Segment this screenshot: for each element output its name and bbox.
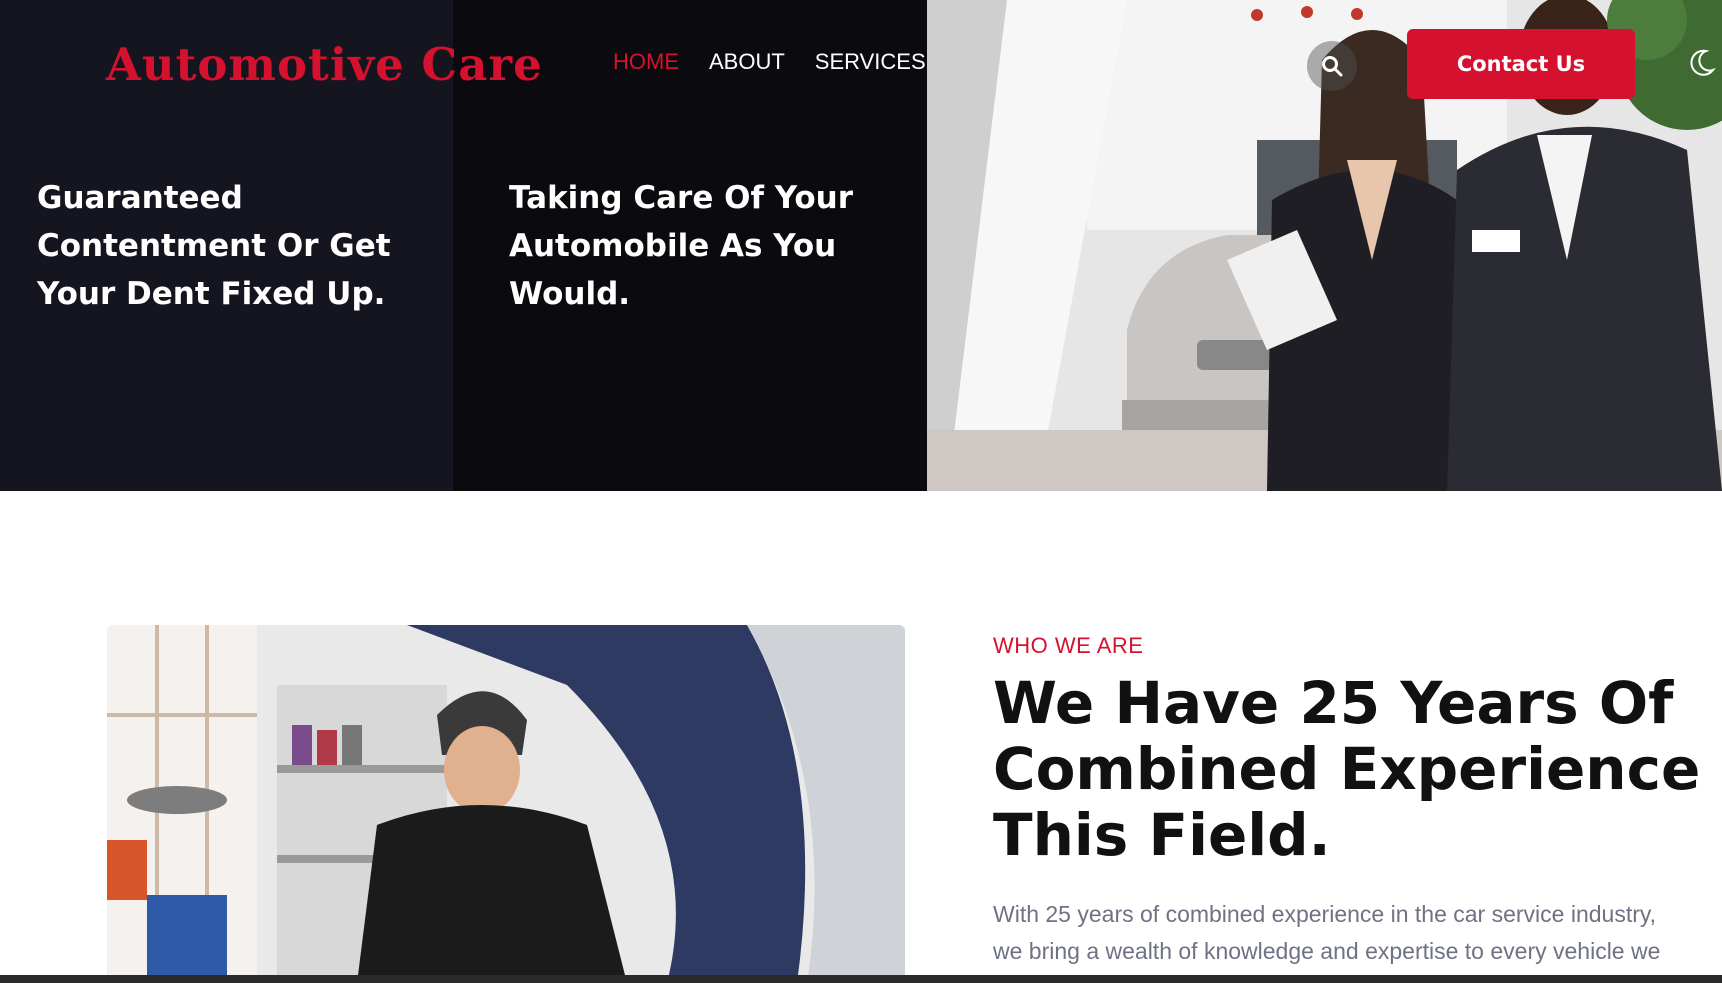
hero-section: Automotive Care HOME ABOUT SERVICES Guar… bbox=[0, 0, 1722, 491]
about-paragraph-line: With 25 years of combined experience in … bbox=[993, 901, 1657, 927]
site-logo[interactable]: Automotive Care bbox=[106, 38, 543, 91]
section-eyebrow: WHO WE ARE bbox=[993, 633, 1144, 658]
main-nav: HOME ABOUT SERVICES bbox=[613, 49, 926, 75]
about-image-mechanic bbox=[107, 625, 905, 983]
about-heading-line: We Have 25 Years Of bbox=[993, 669, 1674, 737]
moon-icon[interactable] bbox=[1686, 48, 1716, 78]
search-icon bbox=[1322, 56, 1343, 77]
hero-slide-heading-middle: Taking Care Of Your Automobile As You Wo… bbox=[509, 180, 854, 312]
search-button[interactable] bbox=[1307, 41, 1357, 91]
hero-slide-heading-left: Guaranteed Contentment Or Get Your Dent … bbox=[37, 180, 391, 312]
nav-item-about[interactable]: ABOUT bbox=[709, 49, 785, 75]
about-heading-line: This Field. bbox=[993, 801, 1331, 869]
nav-item-home[interactable]: HOME bbox=[613, 49, 679, 75]
about-paragraph: With 25 years of combined experience in … bbox=[993, 896, 1722, 970]
nav-item-services[interactable]: SERVICES bbox=[815, 49, 926, 75]
about-heading-line: Combined Experience In bbox=[993, 735, 1722, 803]
about-paragraph-line: we bring a wealth of knowledge and exper… bbox=[993, 938, 1661, 964]
about-heading: We Have 25 Years Of Combined Experience … bbox=[993, 670, 1722, 868]
horizontal-scrollbar[interactable] bbox=[0, 975, 1722, 983]
contact-us-button[interactable]: Contact Us bbox=[1407, 29, 1635, 99]
